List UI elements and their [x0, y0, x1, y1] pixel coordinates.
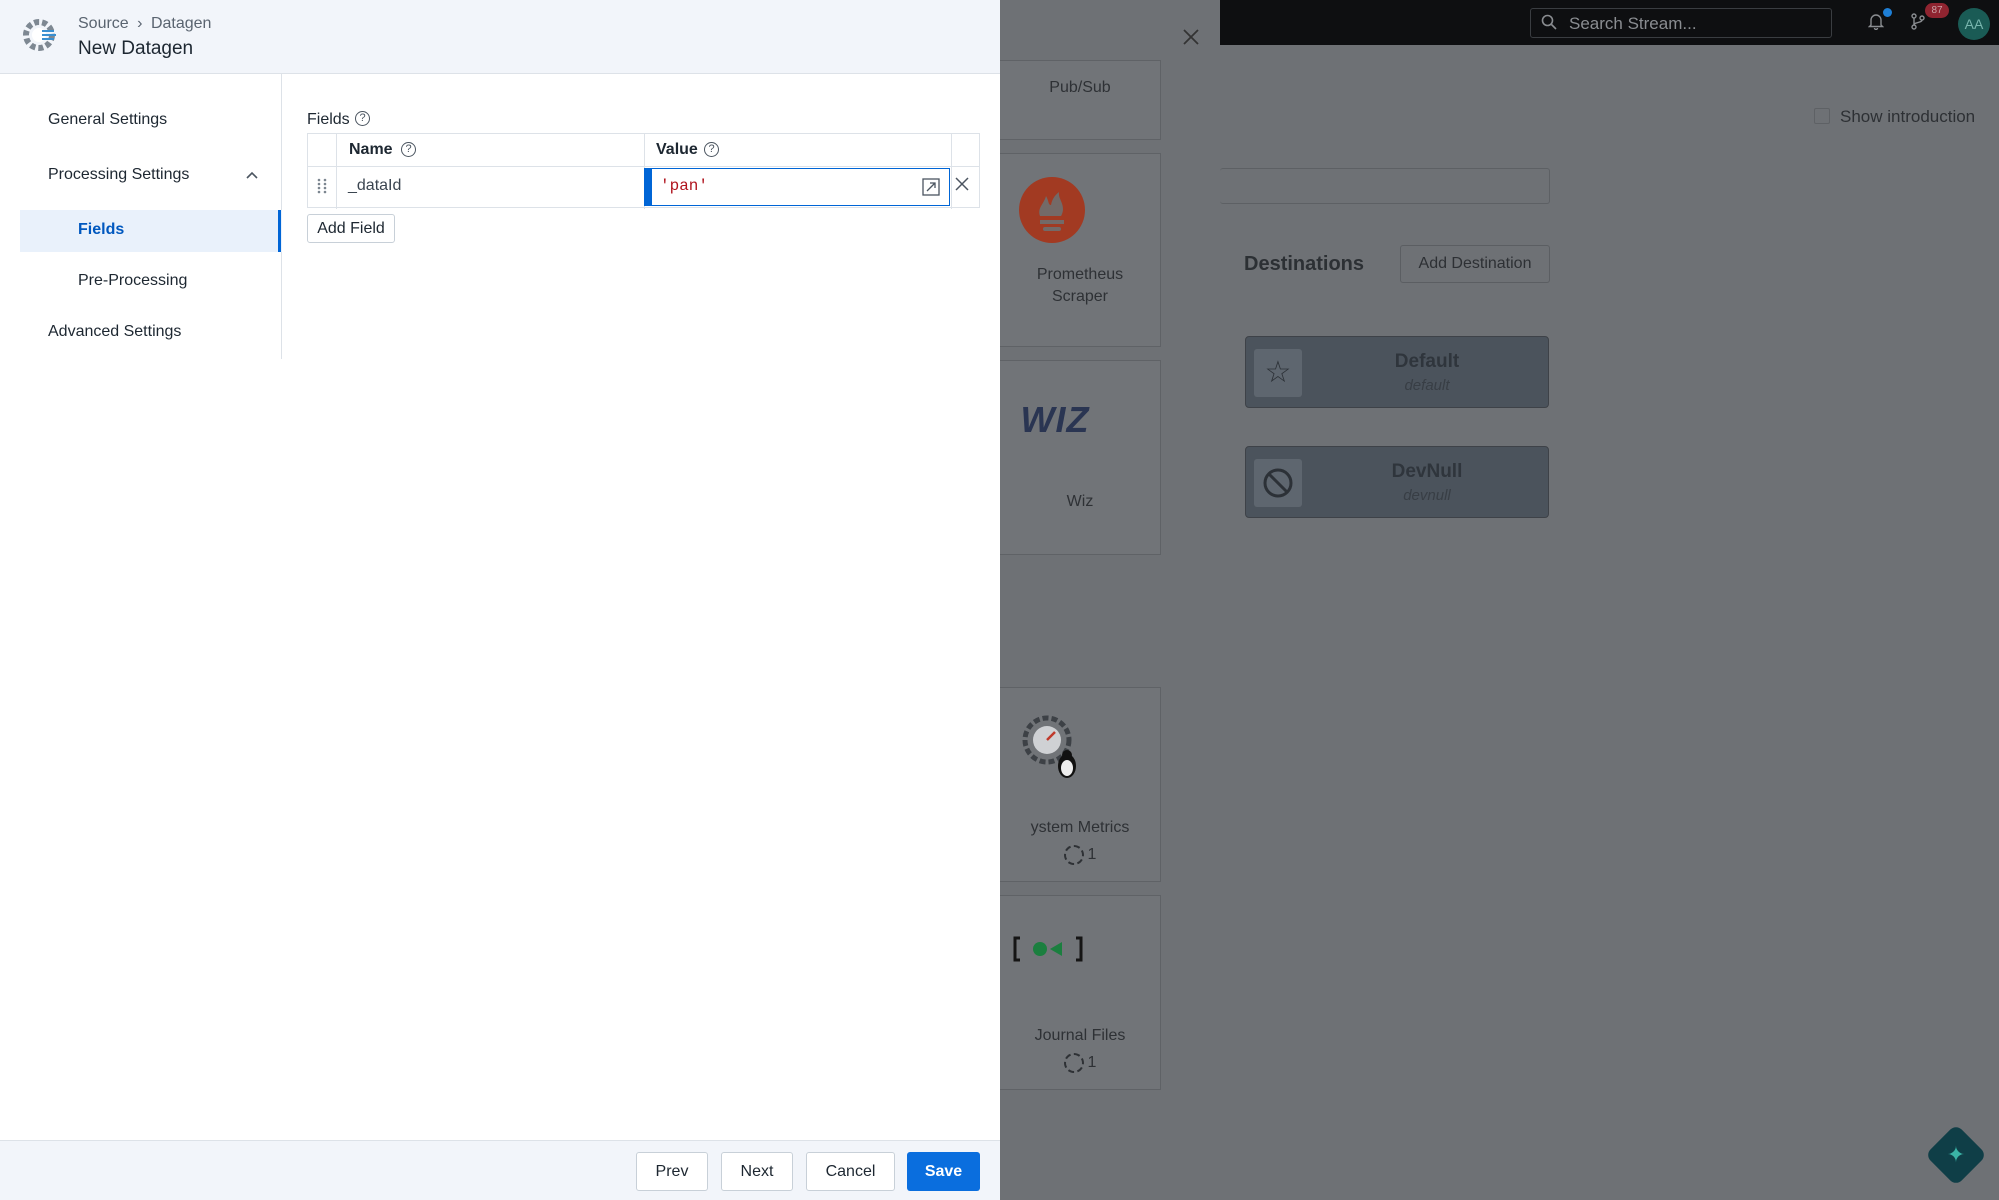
modal-title: New Datagen: [78, 38, 194, 59]
avatar[interactable]: AA: [1958, 8, 1990, 40]
destination-name: DevNull: [1391, 461, 1463, 482]
count-value: 1: [1087, 846, 1097, 864]
count-value: 1: [1087, 1054, 1097, 1072]
sparkle-icon: ✦: [1946, 1142, 1966, 1167]
nav-pre-processing[interactable]: Pre-Processing: [78, 272, 187, 290]
show-introduction-checkbox[interactable]: [1814, 108, 1830, 124]
add-destination-button[interactable]: Add Destination: [1400, 245, 1550, 283]
source-card-journal-files[interactable]: Journal Files 1: [1000, 895, 1161, 1090]
source-card-count: 1: [1000, 845, 1160, 865]
value-focus-indicator: [644, 168, 652, 206]
nav-general-settings[interactable]: General Settings: [48, 111, 167, 129]
search-placeholder: Search Stream...: [1569, 14, 1697, 33]
column-header-name: Name: [349, 141, 393, 158]
background-content: [1220, 45, 1999, 1200]
block-icon: [1254, 459, 1302, 507]
loading-icon: [1063, 1053, 1084, 1073]
next-button[interactable]: Next: [721, 1152, 793, 1191]
wiz-logo: WIZ: [1020, 399, 1090, 440]
fields-label: Fields: [307, 111, 350, 128]
destination-card-default[interactable]: ☆ Default default: [1245, 336, 1549, 408]
search-input[interactable]: Search Stream...: [1530, 8, 1832, 38]
chevron-up-icon[interactable]: [246, 166, 258, 182]
source-card-label: ystem Metrics: [1030, 819, 1130, 836]
field-value-text: 'pan': [660, 177, 709, 195]
search-icon: [1541, 14, 1557, 35]
nav-fields[interactable]: Fields: [78, 221, 124, 239]
source-card-label: Prometheus Scraper: [1036, 266, 1124, 305]
breadcrumb-current: Datagen: [150, 15, 212, 32]
loading-icon: [1063, 845, 1084, 865]
background-filter-input[interactable]: [1220, 168, 1550, 204]
help-icon[interactable]: ?: [355, 111, 370, 126]
changes-badge: 87: [1925, 3, 1949, 18]
breadcrumb-source[interactable]: Source: [78, 15, 129, 32]
source-card-count: 1: [1000, 1053, 1160, 1073]
prev-button[interactable]: Prev: [636, 1152, 708, 1191]
source-card-prometheus[interactable]: Prometheus Scraper: [1000, 153, 1161, 347]
source-card-label: Wiz: [1066, 493, 1094, 510]
bell-icon[interactable]: [1867, 12, 1885, 35]
nav-advanced-settings[interactable]: Advanced Settings: [48, 323, 181, 341]
help-icon[interactable]: ?: [704, 142, 719, 157]
destination-name: Default: [1394, 351, 1460, 372]
notification-dot: [1883, 8, 1892, 17]
git-branch-icon[interactable]: [1910, 12, 1926, 35]
source-card-label: Journal Files: [1034, 1027, 1126, 1044]
fields-table-header: Name ? Value ?: [307, 133, 980, 167]
star-icon: ☆: [1254, 349, 1302, 397]
remove-row-icon[interactable]: [955, 174, 969, 197]
breadcrumb-separator: ›: [137, 15, 143, 32]
cancel-button[interactable]: Cancel: [806, 1152, 895, 1191]
destination-id: devnull: [1403, 487, 1451, 504]
source-card-wiz[interactable]: WIZ Wiz: [1000, 360, 1161, 555]
column-header-value: Value: [656, 141, 698, 158]
prometheus-logo-icon: [1018, 176, 1086, 244]
drag-handle-icon[interactable]: [317, 178, 327, 199]
nav-processing-settings[interactable]: Processing Settings: [48, 166, 189, 184]
destinations-title: Destinations: [1244, 253, 1365, 275]
help-icon[interactable]: ?: [401, 142, 416, 157]
close-icon[interactable]: [1181, 22, 1201, 54]
modal-header: [0, 0, 1000, 74]
nav-active-indicator: [278, 210, 281, 252]
field-name-input[interactable]: _dataId: [348, 177, 401, 195]
source-card-pubsub[interactable]: Pub/Sub: [1000, 60, 1161, 140]
add-field-button[interactable]: Add Field: [307, 214, 395, 243]
show-introduction-label: Show introduction: [1840, 107, 1976, 126]
save-button[interactable]: Save: [907, 1152, 980, 1191]
system-metrics-icon: [1017, 710, 1087, 780]
destination-id: default: [1404, 377, 1450, 394]
breadcrumb: Source › Datagen: [78, 15, 211, 33]
source-card-label: Pub/Sub: [1049, 79, 1111, 96]
journal-files-icon: [1012, 934, 1092, 964]
datagen-gear-icon: [20, 16, 58, 54]
expand-editor-icon[interactable]: [922, 178, 940, 196]
nav-fields-highlight: [20, 210, 282, 252]
destination-card-devnull[interactable]: DevNull devnull: [1245, 446, 1549, 518]
source-card-system-metrics[interactable]: ystem Metrics 1: [1000, 687, 1161, 882]
